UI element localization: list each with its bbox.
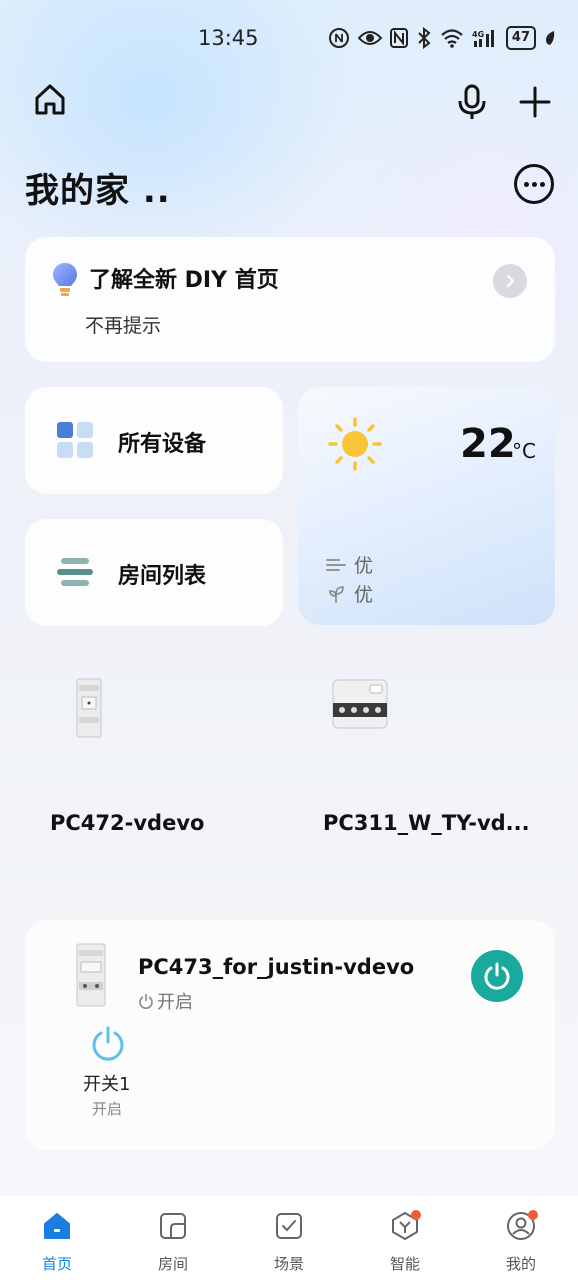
- status-bar: 13:45 4G 47: [0, 0, 578, 78]
- grid-icon: [57, 422, 93, 458]
- wifi-icon: [440, 26, 464, 50]
- eye-icon: [357, 26, 382, 50]
- dismiss-tip-link[interactable]: 不再提示: [85, 311, 161, 338]
- temperature-value: 22: [460, 421, 516, 467]
- n-icon: [389, 26, 408, 50]
- tab-profile[interactable]: 我的: [481, 1210, 561, 1274]
- home-icon: [35, 84, 65, 115]
- room-list-card[interactable]: 房间列表: [25, 519, 283, 626]
- tab-label: 场景: [273, 1255, 304, 1273]
- device-card-wide[interactable]: PC473_for_justin-vdevo 开启 开关1 开启: [25, 920, 555, 1150]
- home-tab-icon: [44, 1213, 70, 1239]
- more-dot-icon: [539, 181, 545, 187]
- power-toggle-button[interactable]: [471, 950, 523, 1002]
- humidity-value: 优: [354, 584, 374, 606]
- voice-button[interactable]: [450, 80, 494, 124]
- tab-rooms[interactable]: 房间: [133, 1210, 213, 1274]
- switch-label: 开关1: [83, 1074, 131, 1095]
- tab-home[interactable]: 首页: [17, 1210, 97, 1274]
- air-quality-icon: [326, 558, 346, 571]
- all-devices-card[interactable]: 所有设备: [25, 387, 283, 494]
- tab-scenes[interactable]: 场景: [249, 1210, 329, 1274]
- microphone-icon: [458, 84, 486, 119]
- power-icon: [484, 962, 510, 990]
- room-tab-icon: [160, 1213, 186, 1239]
- all-devices-label: 所有设备: [118, 432, 207, 457]
- sprout-icon: [329, 585, 344, 603]
- tab-label: 智能: [389, 1255, 420, 1273]
- battery-icon: 47: [505, 26, 536, 50]
- more-dot-icon: [531, 181, 537, 187]
- add-button[interactable]: [513, 80, 557, 124]
- device-status: 开启: [138, 988, 193, 1014]
- chevron-right-icon: [506, 274, 515, 288]
- tab-label: 房间: [157, 1255, 188, 1273]
- room-list-label: 房间列表: [118, 564, 207, 589]
- more-options-button[interactable]: [514, 164, 554, 204]
- leaf-icon: [544, 26, 556, 50]
- bottom-tab-bar: 首页 房间 场景 智能 我的: [0, 1196, 578, 1280]
- smart-switch-module-image: [332, 679, 388, 729]
- power-small-icon: [139, 994, 153, 1009]
- din-rail-switch-image: [76, 943, 106, 1007]
- lightbulb-icon: [53, 263, 77, 296]
- device-name: PC311_W_TY-vd...: [323, 811, 530, 835]
- tab-label: 首页: [41, 1255, 72, 1273]
- tab-smart[interactable]: 智能: [365, 1210, 445, 1274]
- home-title[interactable]: 我的家 ..: [25, 163, 171, 212]
- signal-4g-icon: 4G: [472, 26, 498, 50]
- plus-icon: [519, 86, 551, 118]
- more-dot-icon: [523, 181, 529, 187]
- status-time: 13:45: [198, 26, 259, 50]
- notification-dot: [411, 1210, 421, 1220]
- humidity-row: 优: [326, 580, 373, 607]
- diy-tip-card[interactable]: 了解全新 DIY 首页 不再提示: [25, 237, 555, 362]
- switch-power-icon[interactable]: [91, 1025, 125, 1061]
- room-list-icon: [57, 558, 93, 586]
- scene-tab-icon: [276, 1213, 302, 1239]
- tip-title: 了解全新 DIY 首页: [89, 268, 279, 293]
- device-name: PC472-vdevo: [50, 811, 205, 835]
- tip-arrow-button[interactable]: [493, 264, 527, 298]
- home-button[interactable]: [28, 78, 72, 122]
- device-name: PC473_for_justin-vdevo: [138, 955, 415, 979]
- device-tile[interactable]: PC311_W_TY-vd...: [298, 655, 563, 855]
- device-tile[interactable]: PC472-vdevo: [25, 655, 290, 855]
- device-status-text: 开启: [157, 992, 193, 1013]
- temperature-unit: °C: [512, 439, 536, 463]
- svg-text:4G: 4G: [472, 30, 484, 39]
- bluetooth-icon: [416, 26, 432, 50]
- tab-label: 我的: [505, 1255, 536, 1273]
- air-quality-row: 优: [326, 551, 373, 578]
- weather-card[interactable]: 22 °C 优 优: [298, 387, 555, 625]
- sun-icon: [328, 417, 382, 471]
- nfc-icon: [328, 26, 350, 50]
- notification-dot: [528, 1210, 538, 1220]
- status-icons: 4G 47: [328, 26, 556, 50]
- din-rail-meter-image: [76, 678, 102, 738]
- air-quality-value: 优: [354, 555, 374, 577]
- switch-state: 开启: [92, 1100, 123, 1118]
